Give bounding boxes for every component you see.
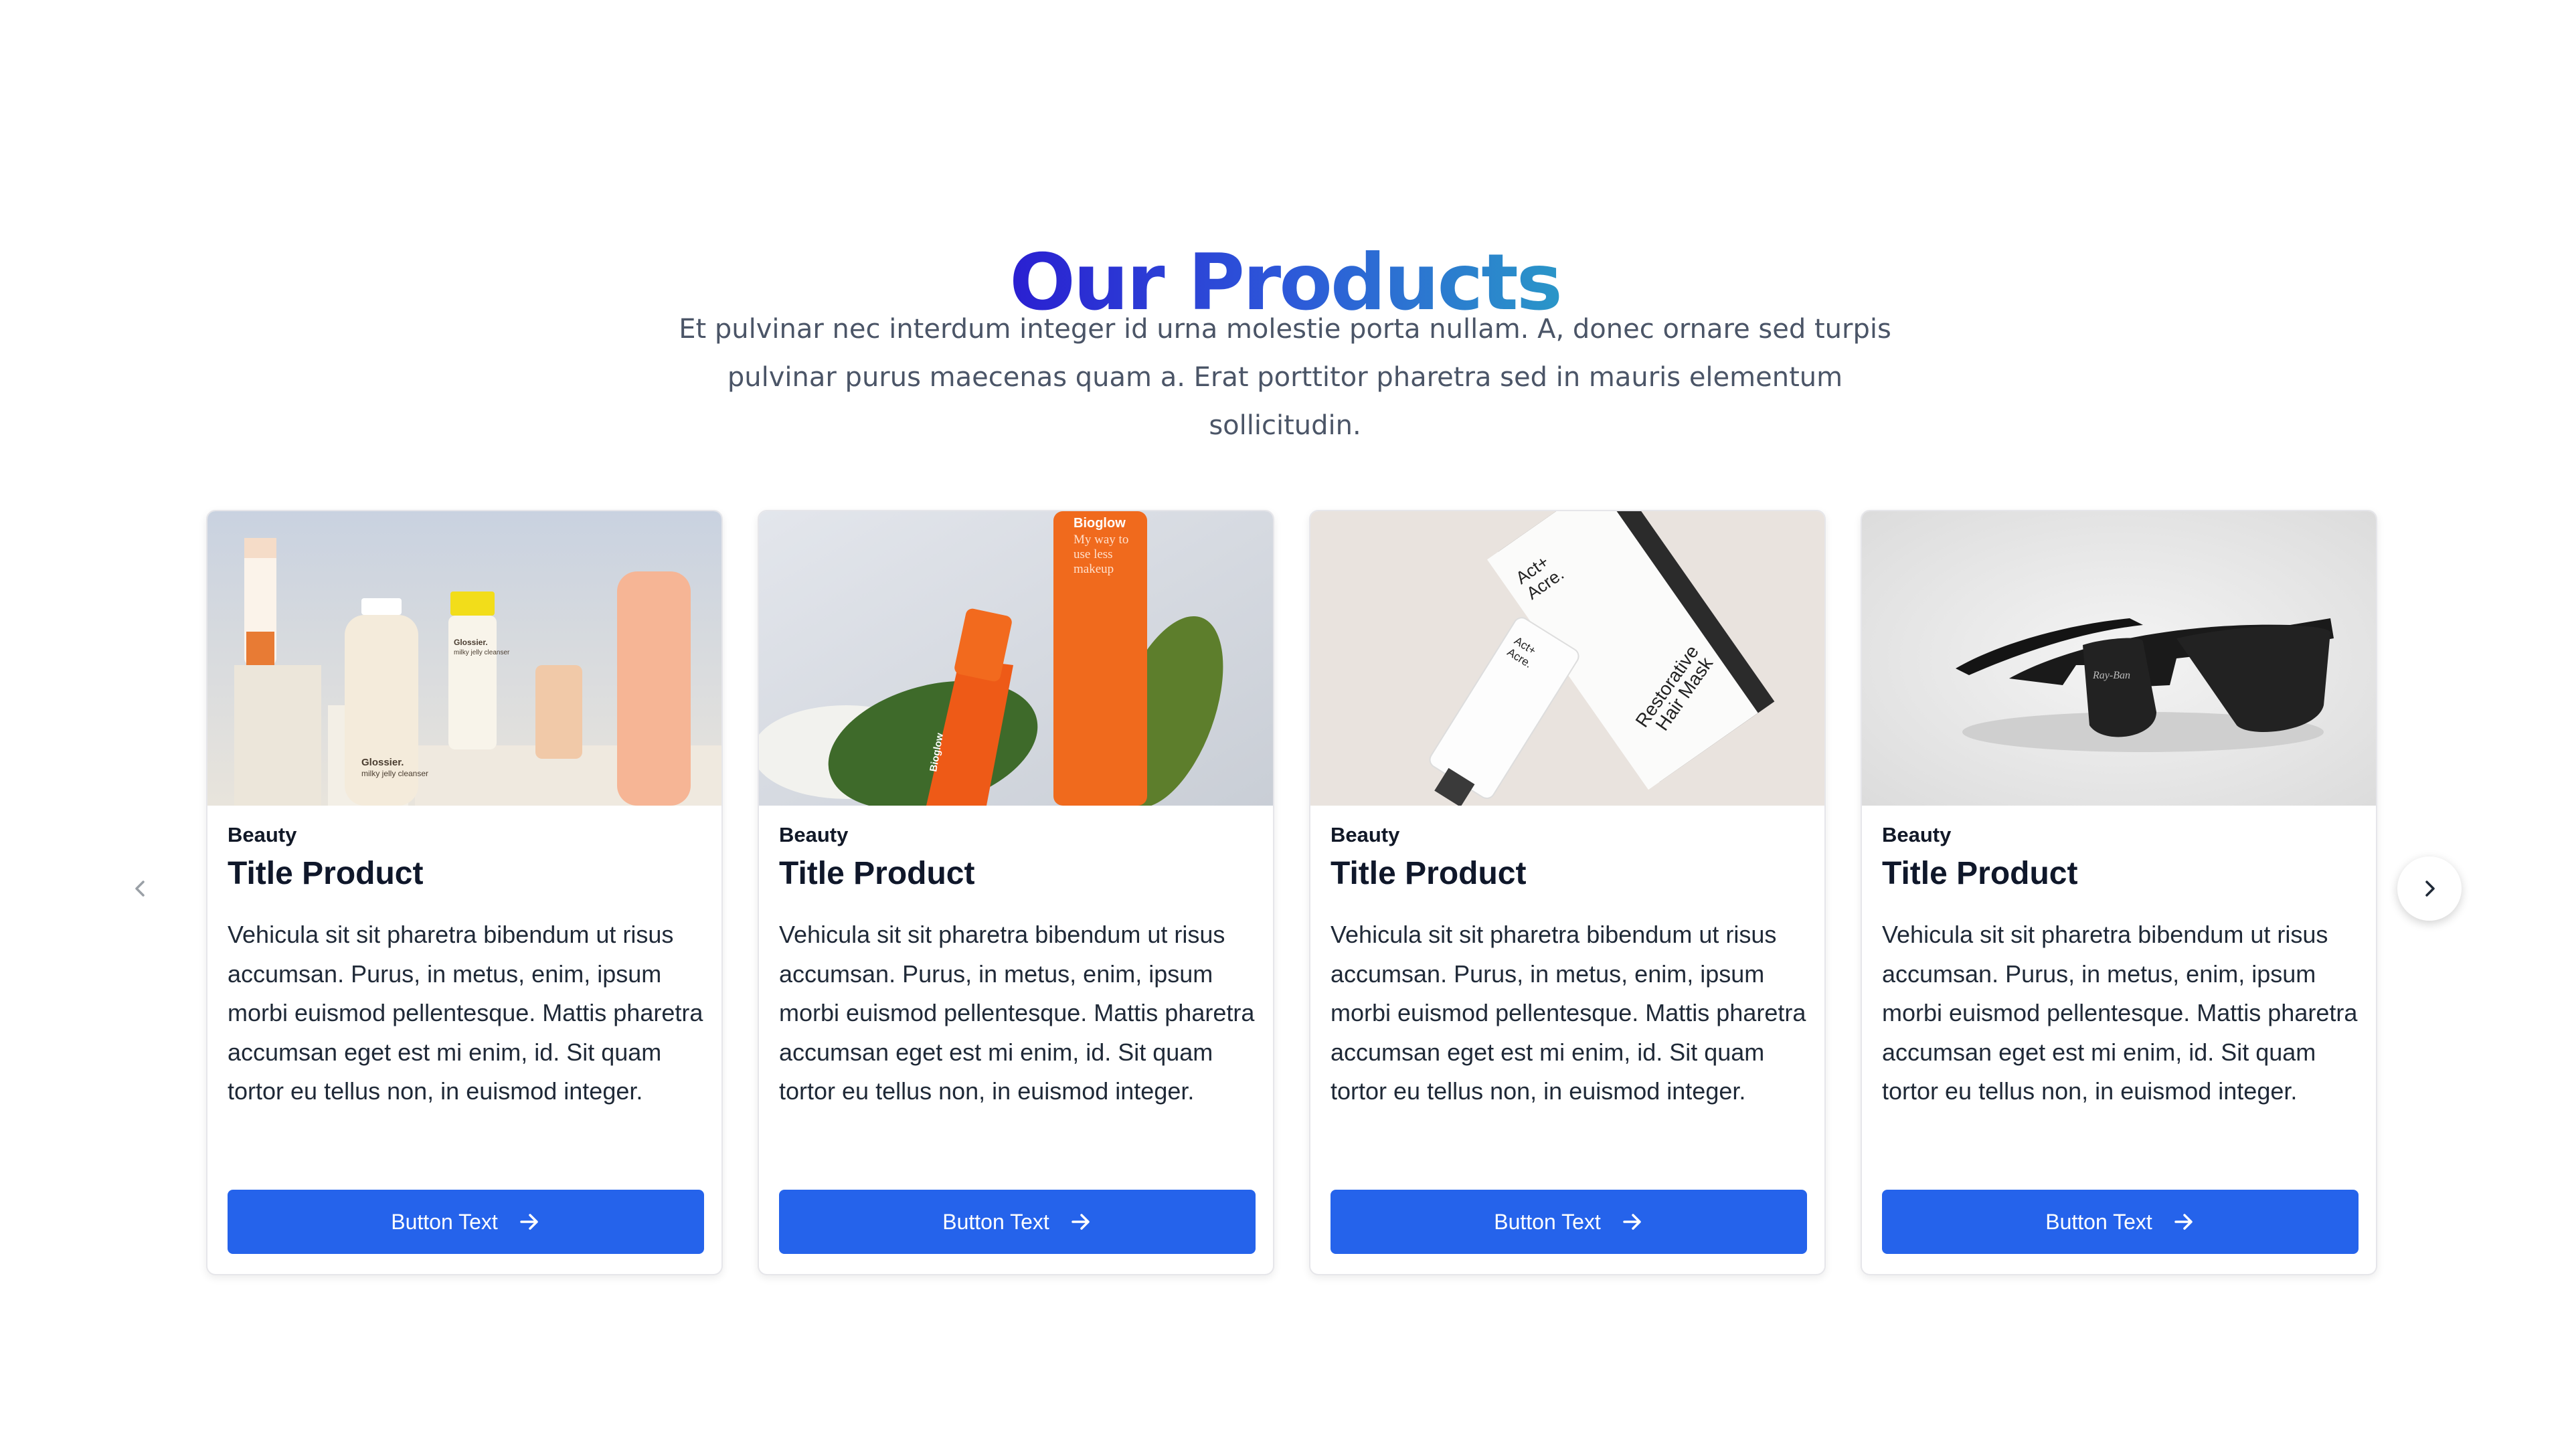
product-card: Ray-Ban Beauty Title Product Vehicula si… <box>1861 510 2377 1275</box>
product-image-sunglasses: Ray-Ban <box>1862 511 2376 806</box>
image-label: Glossier. <box>454 638 488 647</box>
product-image-hair-mask: Act+ Acre. Restorative Hair Mask Act+ Ac… <box>1310 511 1824 806</box>
chevron-left-icon <box>135 881 145 897</box>
product-title: Title Product <box>228 856 424 891</box>
image-label: makeup <box>1074 562 1114 576</box>
product-card: Bioglow My way to use less makeup Bioglo… <box>758 510 1274 1275</box>
chevron-right-icon <box>2425 881 2435 897</box>
product-card: Act+ Acre. Restorative Hair Mask Act+ Ac… <box>1309 510 1826 1275</box>
product-image-cosmetics: Glossier. milky jelly cleanser Glossier.… <box>207 511 721 806</box>
button-label: Button Text <box>391 1209 498 1234</box>
subtitle-line: pulvinar purus maecenas quam a. Erat por… <box>727 362 1843 441</box>
carousel-next-button[interactable] <box>2397 856 2462 921</box>
product-description: Vehicula sit sit pharetra bibendum ut ri… <box>228 921 703 1105</box>
section-subtitle: Et pulvinar nec interdum integer id urna… <box>669 305 1901 450</box>
product-title: Title Product <box>1331 856 1527 891</box>
image-label: Bioglow <box>1074 516 1126 531</box>
image-label: Glossier. <box>361 757 404 768</box>
arrow-right-icon <box>1069 1210 1092 1233</box>
arrow-right-icon <box>2172 1210 2195 1233</box>
product-description: Vehicula sit sit pharetra bibendum ut ri… <box>1882 921 2358 1105</box>
image-label: milky jelly cleanser <box>454 649 510 656</box>
product-button[interactable]: Button Text <box>779 1190 1256 1254</box>
button-label: Button Text <box>942 1209 1049 1234</box>
image-label: Ray-Ban <box>2092 670 2130 681</box>
product-title: Title Product <box>779 856 975 891</box>
product-category: Beauty <box>1882 823 1952 846</box>
image-label: My way to <box>1074 533 1128 547</box>
carousel-prev-button[interactable] <box>108 856 173 921</box>
product-image-serum: Bioglow My way to use less makeup Bioglo… <box>759 511 1273 806</box>
product-button[interactable]: Button Text <box>1882 1190 2359 1254</box>
product-button[interactable]: Button Text <box>1331 1190 1807 1254</box>
product-category: Beauty <box>228 823 297 846</box>
arrow-right-icon <box>518 1210 541 1233</box>
product-category: Beauty <box>779 823 849 846</box>
button-label: Button Text <box>1494 1209 1601 1234</box>
product-card: Glossier. milky jelly cleanser Glossier.… <box>206 510 723 1275</box>
product-button[interactable]: Button Text <box>228 1190 704 1254</box>
image-label: use less <box>1074 547 1113 561</box>
arrow-right-icon <box>1621 1210 1644 1233</box>
product-title: Title Product <box>1882 856 2078 891</box>
subtitle-line: Et pulvinar nec interdum integer id urna… <box>679 314 1891 345</box>
product-description: Vehicula sit sit pharetra bibendum ut ri… <box>779 921 1255 1105</box>
button-label: Button Text <box>2045 1209 2152 1234</box>
image-label: milky jelly cleanser <box>361 769 428 778</box>
product-category: Beauty <box>1331 823 1400 846</box>
product-description: Vehicula sit sit pharetra bibendum ut ri… <box>1331 921 1806 1105</box>
